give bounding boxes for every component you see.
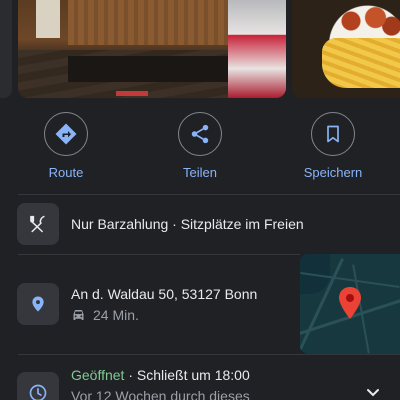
photo-partial[interactable] — [0, 0, 12, 98]
map-pin-icon — [339, 287, 361, 319]
photo-interior[interactable] — [18, 0, 286, 98]
restaurant-icon — [30, 215, 45, 233]
services-text: Nur Barzahlung · Sitzplätze im Freien — [71, 216, 304, 232]
directions-icon — [55, 123, 77, 145]
share-button-circle[interactable] — [178, 112, 222, 156]
address-icon-box — [17, 283, 59, 325]
location-pin-icon — [32, 296, 44, 312]
route-button[interactable]: Route — [21, 112, 111, 180]
services-icon-box — [17, 203, 59, 245]
action-bar: Route Teilen Speichern — [0, 112, 400, 186]
map-thumbnail[interactable] — [300, 254, 400, 354]
share-icon — [191, 124, 209, 144]
share-button[interactable]: Teilen — [155, 112, 245, 180]
share-button-label: Teilen — [183, 165, 217, 180]
hours-icon-box — [17, 372, 59, 400]
save-button-label: Speichern — [303, 165, 363, 180]
divider — [18, 194, 400, 195]
address-text: An d. Waldau 50, 53127 Bonn — [71, 286, 258, 302]
save-button[interactable]: Speichern — [288, 112, 378, 180]
divider — [18, 354, 400, 355]
chevron-down-icon[interactable] — [366, 388, 380, 398]
drive-time-text: 24 Min. — [93, 307, 139, 323]
divider — [18, 254, 300, 255]
open-status: Geöffnet — [71, 367, 125, 383]
clock-icon — [29, 384, 47, 400]
hours-status-line: Geöffnet · Schließt um 18:00 — [71, 367, 250, 383]
route-button-label: Route — [48, 165, 84, 180]
route-button-circle[interactable] — [44, 112, 88, 156]
photo-fries[interactable] — [292, 0, 400, 98]
photo-strip[interactable] — [0, 0, 400, 98]
car-icon — [73, 310, 84, 320]
place-details-panel: Route Teilen Speichern Nur Barzahlung · … — [0, 0, 400, 400]
save-button-circle[interactable] — [311, 112, 355, 156]
bookmark-icon — [327, 125, 339, 143]
hours-note: Vor 12 Wochen durch dieses — [71, 388, 250, 400]
closing-time: · Schließt um 18:00 — [124, 367, 250, 383]
drive-time: 24 Min. — [71, 307, 139, 323]
